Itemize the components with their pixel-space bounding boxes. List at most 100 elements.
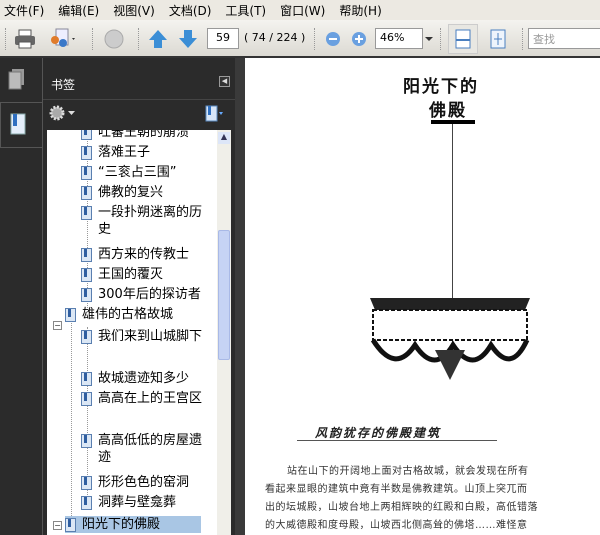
bookmark-icon: [81, 496, 92, 510]
zoom-input[interactable]: 46%: [375, 28, 423, 49]
zoom-out-icon: [326, 32, 340, 46]
bookmark-toolbar: [43, 101, 236, 130]
bookmarks-panel: 书签 ◀ − − 吐蕃王朝的崩溃落难王子 “三衮占三围” 佛教的复兴一段扑朔迷离的历…: [42, 58, 236, 535]
bookmark-label: 形形色色的窑洞: [98, 475, 190, 490]
zoom-in-button[interactable]: [350, 30, 368, 48]
fit-width-icon: [455, 29, 471, 49]
bookmark-label: 王国的覆灭: [98, 267, 164, 282]
collapse-toggle[interactable]: −: [53, 321, 62, 330]
bookmark-item[interactable]: 西方来的传教士: [81, 246, 213, 263]
canopy-illustration: [370, 298, 530, 380]
collapse-panel-button[interactable]: ◀: [219, 76, 230, 87]
menu-window[interactable]: 窗口(W): [280, 2, 325, 19]
paragraph-line: 看起来显眼的建筑中竟有半数是佛教建筑。山顶上突兀而: [265, 484, 528, 495]
bookmark-label: 高高低低的房屋遗迹: [98, 433, 203, 465]
options-button[interactable]: [49, 105, 76, 121]
arrow-down-icon: [179, 30, 197, 48]
menu-document[interactable]: 文档(D): [169, 2, 212, 19]
bookmark-item[interactable]: 故城遗迹知多少: [81, 370, 213, 387]
bookmark-label: 雄伟的古格故城: [82, 307, 174, 322]
bookmark-label: 故城遗迹知多少: [98, 371, 190, 386]
bookmark-item[interactable]: 我们来到山城脚下: [81, 328, 213, 345]
toolbar: 59 ( 74 / 224 ) 46% 查找: [0, 20, 600, 58]
bookmark-item[interactable]: 高高在上的王宫区: [81, 390, 213, 407]
search-input[interactable]: 查找: [528, 28, 600, 49]
pages-tab[interactable]: [8, 68, 26, 93]
bookmark-label: 佛教的复兴: [98, 185, 164, 200]
chevron-down-icon: [425, 36, 433, 41]
chapter-title-line2: 佛殿: [429, 101, 467, 121]
section-heading: 风韵犹存的佛殿建筑: [315, 426, 442, 440]
print-button[interactable]: [12, 26, 38, 52]
bookmark-label: 高高在上的王宫区: [98, 391, 203, 406]
arrow-up-icon: [149, 30, 167, 48]
bookmark-label: 洞葬与壁龛葬: [98, 495, 177, 510]
collaborate-button[interactable]: [46, 26, 80, 52]
bookmark-icon: [81, 186, 92, 200]
bookmark-icon: [81, 476, 92, 490]
expand-bookmark-button[interactable]: [205, 105, 225, 126]
bookmarks-tab[interactable]: [0, 102, 43, 148]
bookmark-icon: [81, 146, 92, 160]
bookmark-label: 阳光下的佛殿: [82, 516, 181, 533]
chevron-down-icon: [68, 110, 75, 115]
page-count-label: ( 74 / 224 ): [244, 31, 306, 44]
bookmark-label: 我们来到山城脚下: [98, 329, 203, 344]
menu-tools[interactable]: 工具(T): [225, 2, 266, 19]
previous-page-button[interactable]: [146, 26, 170, 52]
next-page-button[interactable]: [176, 26, 200, 52]
bookmark-item[interactable]: 洞葬与壁龛葬: [81, 494, 213, 511]
bookmark-item[interactable]: 高高低低的房屋遗迹: [81, 432, 213, 466]
zoom-in-icon: [352, 32, 366, 46]
menu-file[interactable]: 文件(F): [4, 2, 44, 19]
scroll-up-button[interactable]: ▲: [218, 132, 230, 144]
menu-edit[interactable]: 编辑(E): [58, 2, 99, 19]
printer-icon: [15, 29, 35, 49]
bookmark-icon: [81, 130, 92, 140]
heading-rule: [297, 440, 497, 441]
bookmark-icon: [81, 268, 92, 282]
bookmark-icon: [81, 434, 92, 448]
search-placeholder: 查找: [533, 33, 555, 46]
panel-divider[interactable]: [235, 58, 245, 535]
bookmark-icon: [81, 392, 92, 406]
bookmark-item[interactable]: 300年后的探访者: [81, 286, 213, 303]
menu-view[interactable]: 视图(V): [113, 2, 155, 19]
paragraph-line: 站在山下的开阔地上面对古格故城，就会发现在所有: [287, 466, 529, 477]
zoom-out-button[interactable]: [324, 30, 342, 48]
bookmark-item[interactable]: 阳光下的佛殿: [65, 516, 201, 533]
bookmark-item[interactable]: 一段扑朔迷离的历史: [81, 204, 213, 238]
page-number-input[interactable]: 59: [207, 28, 239, 49]
zoom-dropdown[interactable]: [423, 32, 435, 46]
bookmark-icon: [81, 372, 92, 386]
bookmark-item[interactable]: 雄伟的古格故城: [65, 306, 201, 323]
bookmark-scrollbar[interactable]: ▲: [217, 130, 231, 535]
menu-bar: 文件(F) 编辑(E) 视图(V) 文档(D) 工具(T) 窗口(W) 帮助(H…: [0, 0, 600, 20]
menu-help[interactable]: 帮助(H): [339, 2, 381, 19]
bookmark-item[interactable]: 王国的覆灭: [81, 266, 213, 283]
scrollbar-thumb[interactable]: [218, 230, 230, 360]
bookmark-item[interactable]: 吐蕃王朝的崩溃: [81, 130, 213, 141]
bookmark-item[interactable]: 佛教的复兴: [81, 184, 213, 201]
bookmark-label: 落难王子: [98, 145, 151, 160]
collapse-toggle[interactable]: −: [53, 521, 62, 530]
chapter-title-line1: 阳光下的: [403, 77, 479, 97]
bookmark-item[interactable]: 形形色色的窑洞: [81, 474, 213, 491]
title-underline: [431, 120, 475, 124]
paragraph-line: 出的坛城殿，山坡台地上两相辉映的红殿和白殿，高低错落: [265, 502, 538, 513]
bookmark-icon: [65, 308, 76, 322]
navigation-tabs: [0, 58, 43, 535]
pages-icon: [8, 69, 24, 90]
bookmark-page-icon: [10, 113, 26, 135]
bookmark-icon: [65, 518, 76, 532]
bookmark-icon: [81, 166, 92, 180]
globe-icon: [104, 29, 124, 49]
fit-page-button[interactable]: [484, 24, 512, 54]
bookmark-expand-icon: [205, 105, 223, 122]
fit-width-button[interactable]: [448, 24, 478, 54]
fit-page-icon: [490, 29, 506, 49]
share-button[interactable]: [100, 26, 128, 52]
bookmark-item[interactable]: 落难王子: [81, 144, 213, 161]
panel-header: 书签 ◀: [43, 60, 236, 100]
bookmark-item[interactable]: “三衮占三围”: [81, 164, 213, 181]
